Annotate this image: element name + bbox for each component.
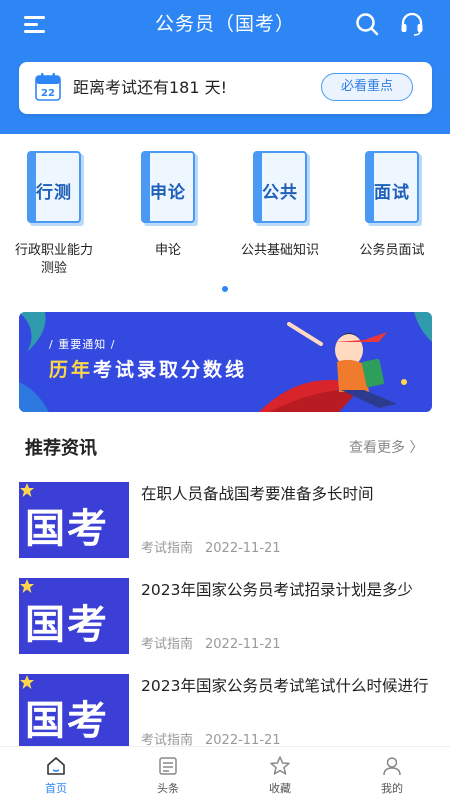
- article-title: 2023年国家公务员考试招录计划是多少: [141, 581, 413, 599]
- article-item[interactable]: 国考 2023年国家公务员考试招录计划是多少 考试指南 2022-11-21: [19, 578, 431, 664]
- book-label: 行测: [36, 183, 72, 203]
- carousel-page-indicator[interactable]: [222, 286, 228, 292]
- category-gonggong[interactable]: 公共 公共基础知识: [230, 150, 330, 280]
- article-title: 2023年国家公务员考试笔试什么时候进行: [141, 677, 429, 695]
- bottom-tab-bar: 首页 头条 收藏 我的: [0, 746, 450, 800]
- tab-favorites[interactable]: 收藏: [224, 755, 336, 796]
- category-label: 公共基础知识: [240, 243, 319, 258]
- news-icon: [159, 757, 177, 775]
- banner-tag: / 重要通知 /: [49, 338, 116, 351]
- book-label: 公共: [262, 183, 298, 203]
- calendar-icon: 22: [35, 73, 61, 101]
- headset-icon[interactable]: [399, 11, 425, 37]
- article-meta: 考试指南 2022-11-21: [141, 541, 281, 556]
- promo-banner[interactable]: / 重要通知 / 历年考试录取分数线: [19, 312, 432, 412]
- page-title: 公务员（国考）: [154, 13, 295, 35]
- must-see-button[interactable]: 必看重点: [321, 73, 413, 101]
- star-icon: [270, 756, 290, 775]
- tab-home[interactable]: 首页: [0, 755, 112, 796]
- book-label: 申论: [150, 183, 186, 203]
- article-thumbnail: 国考: [19, 578, 129, 654]
- calendar-day: 22: [41, 88, 55, 99]
- category-xingce[interactable]: 行测 行政职业能力 测验: [4, 150, 104, 280]
- countdown-text: 距离考试还有181 天!: [73, 78, 228, 97]
- tab-headlines[interactable]: 头条: [112, 755, 224, 796]
- app-header: 公务员（国考） 22 距离考试还有181 天! 必看重点: [0, 0, 450, 134]
- article-thumbnail: 国考: [19, 482, 129, 558]
- home-icon: [47, 757, 65, 775]
- category-label: 公务员面试: [359, 243, 425, 258]
- banner-title: 历年考试录取分数线: [49, 359, 248, 381]
- category-label: 行政职业能力 测验: [14, 243, 93, 276]
- article-thumbnail: 国考: [19, 674, 129, 750]
- search-icon[interactable]: [354, 11, 380, 37]
- book-label: 面试: [374, 183, 410, 203]
- article-meta: 考试指南 2022-11-21: [141, 637, 281, 652]
- section-title: 推荐资讯: [25, 438, 97, 459]
- category-mianshi[interactable]: 面试 公务员面试: [342, 150, 442, 280]
- view-more-link[interactable]: 查看更多 〉: [349, 437, 423, 457]
- article-item[interactable]: 国考 在职人员备战国考要准备多长时间 考试指南 2022-11-21: [19, 482, 431, 568]
- article-title: 在职人员备战国考要准备多长时间: [141, 485, 374, 503]
- tab-mine[interactable]: 我的: [336, 755, 448, 796]
- category-label: 申论: [154, 243, 181, 258]
- exam-countdown-card: 22 距离考试还有181 天! 必看重点: [19, 62, 432, 114]
- user-icon: [383, 757, 401, 776]
- category-shenlun[interactable]: 申论 申论: [118, 150, 218, 280]
